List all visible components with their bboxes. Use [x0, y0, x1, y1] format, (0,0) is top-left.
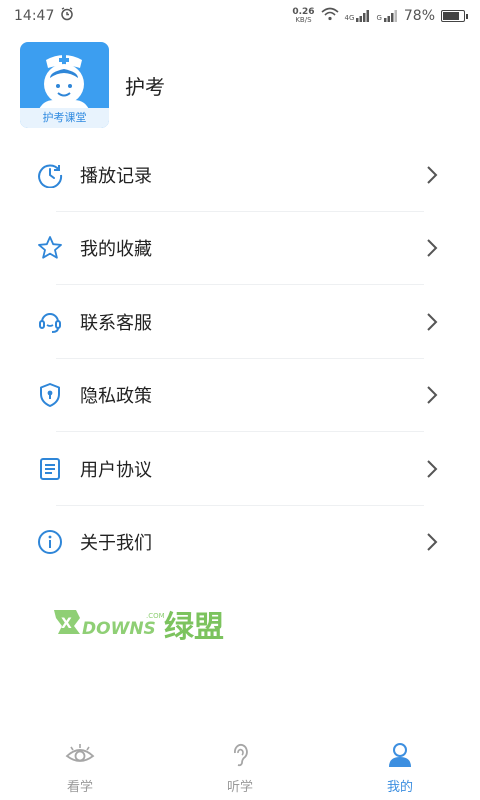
- watermark-logo: X DOWNS .COM 绿盟: [52, 604, 242, 645]
- app-logo: 护考课堂: [20, 42, 109, 128]
- tab-label: 听学: [226, 779, 253, 795]
- menu-item-label: 我的收藏: [80, 239, 152, 261]
- eye-icon: [65, 742, 95, 772]
- menu-item-customer-service[interactable]: 联系客服: [0, 285, 480, 359]
- menu-item-favorites[interactable]: 我的收藏: [0, 212, 480, 286]
- menu-item-user-agreement[interactable]: 用户协议: [0, 432, 480, 506]
- network-type-1: 4G: [344, 14, 355, 22]
- menu-item-label: 播放记录: [80, 165, 152, 187]
- tab-mine[interactable]: 我的: [360, 742, 440, 795]
- watermark-x: X: [61, 616, 72, 632]
- network-speed-value: 0.26: [292, 7, 315, 17]
- signal-icon: 4G: [345, 10, 371, 22]
- menu-item-label: 用户协议: [80, 459, 152, 481]
- battery-fill: [443, 12, 459, 20]
- headset-icon: [36, 308, 64, 336]
- logo-caption: 护考课堂: [20, 108, 109, 128]
- tab-listen-learn[interactable]: 听学: [200, 742, 280, 795]
- menu-item-about-us[interactable]: 关于我们: [0, 506, 480, 580]
- battery-icon: [441, 10, 468, 22]
- tab-label: 看学: [66, 779, 93, 795]
- nurse-avatar-icon: [38, 55, 90, 112]
- menu-item-privacy-policy[interactable]: 隐私政策: [0, 359, 480, 433]
- user-icon: [385, 742, 415, 772]
- network-speed: 0.26 KB/S: [292, 7, 315, 25]
- chevron-right-icon: [424, 310, 440, 334]
- chevron-right-icon: [424, 530, 440, 554]
- tab-label: 我的: [386, 779, 413, 795]
- chevron-right-icon: [424, 383, 440, 407]
- alarm-icon: [60, 7, 74, 25]
- info-icon: [36, 528, 64, 556]
- watermark-brand: DOWNS: [82, 619, 156, 639]
- signal-icon-2: G: [376, 10, 397, 22]
- star-icon: [36, 234, 64, 262]
- watermark-suffix: .COM: [146, 612, 165, 620]
- tab-watch-learn[interactable]: 看学: [40, 742, 120, 795]
- menu-item-label: 关于我们: [80, 533, 152, 555]
- battery-percent: 78%: [403, 8, 435, 24]
- profile-header: 护考课堂 护考: [20, 42, 165, 128]
- document-icon: [36, 455, 64, 483]
- chevron-right-icon: [424, 457, 440, 481]
- network-speed-unit: KB/S: [295, 16, 312, 24]
- chevron-right-icon: [424, 163, 440, 187]
- watermark-cn: 绿盟: [164, 610, 224, 644]
- app-name: 护考: [125, 74, 165, 99]
- menu-item-label: 联系客服: [80, 312, 152, 334]
- menu-item-label: 隐私政策: [80, 386, 152, 408]
- status-bar: 14:47 0.26 KB/S 4G G 78%: [0, 0, 480, 32]
- chevron-right-icon: [424, 236, 440, 260]
- menu-item-play-history[interactable]: 播放记录: [0, 138, 480, 212]
- settings-menu: 播放记录 我的收藏 联系客服 隐私政策 用户协议 关于我们: [0, 138, 480, 579]
- shield-icon: [36, 381, 64, 409]
- bottom-tab-bar: 看学 听学 我的: [0, 736, 480, 800]
- ear-icon: [225, 742, 255, 772]
- network-type-2: G: [376, 14, 382, 22]
- wifi-icon: [321, 7, 339, 25]
- clock-icon: [36, 161, 64, 189]
- status-time: 14:47: [14, 8, 55, 24]
